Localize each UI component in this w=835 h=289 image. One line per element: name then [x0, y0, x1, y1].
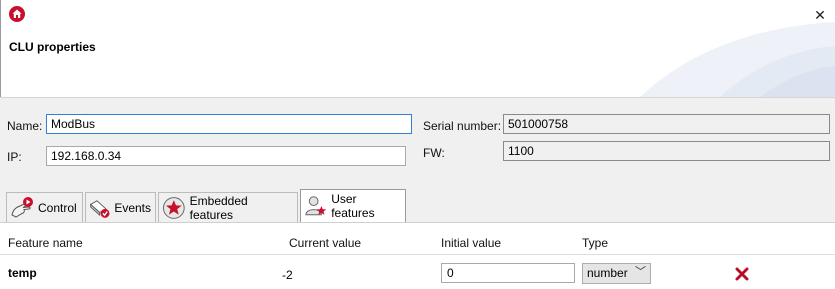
column-header-initial-value: Initial value: [441, 236, 502, 250]
delete-icon[interactable]: [734, 266, 750, 282]
column-header-feature-name: Feature name: [8, 236, 83, 250]
column-header-type: Type: [582, 236, 609, 250]
type-select[interactable]: number ﹀: [582, 263, 651, 284]
name-label: Name:: [7, 119, 43, 133]
user-star-icon: [305, 196, 327, 216]
tab-events-label: Events: [114, 200, 151, 215]
feature-name-cell: temp: [8, 266, 37, 280]
header-divider: [0, 254, 835, 255]
features-table: Feature name Current value Initial value…: [0, 222, 835, 289]
properties-panel: Name: ModBus IP: 192.168.0.34 Serial num…: [0, 97, 835, 289]
hand-pointer-icon: [11, 196, 33, 218]
close-button[interactable]: ✕: [805, 0, 835, 30]
serial-number-field: 501000758: [503, 114, 830, 134]
name-field[interactable]: ModBus: [46, 114, 412, 134]
fw-field: 1100: [503, 141, 830, 161]
ip-field[interactable]: 192.168.0.34: [46, 146, 406, 166]
tab-user-features[interactable]: User features: [300, 189, 406, 222]
window-header: ✕ CLU properties: [0, 0, 835, 97]
tab-embedded-features-label: Embedded features: [189, 193, 248, 222]
window-title: CLU properties: [9, 40, 96, 54]
initial-value-input[interactable]: 0: [441, 263, 575, 283]
column-header-current-value: Current value: [289, 236, 362, 250]
header-decoration: [640, 22, 835, 97]
star-badge-icon: [162, 196, 185, 219]
ip-label: IP:: [7, 150, 22, 164]
current-value-cell: -2: [282, 268, 293, 282]
tab-events[interactable]: Events: [85, 192, 156, 222]
home-icon: [9, 6, 25, 22]
serial-number-label: Serial number:: [423, 119, 502, 133]
tab-embedded-features[interactable]: Embedded features: [158, 192, 298, 222]
tab-control[interactable]: Control: [6, 192, 83, 222]
events-icon: [89, 199, 110, 218]
type-select-value: number: [587, 266, 628, 280]
fw-label: FW:: [423, 146, 445, 160]
chevron-down-icon: ﹀: [635, 266, 646, 278]
tab-user-features-label: User features: [331, 192, 375, 220]
tab-control-label: Control: [38, 200, 77, 215]
